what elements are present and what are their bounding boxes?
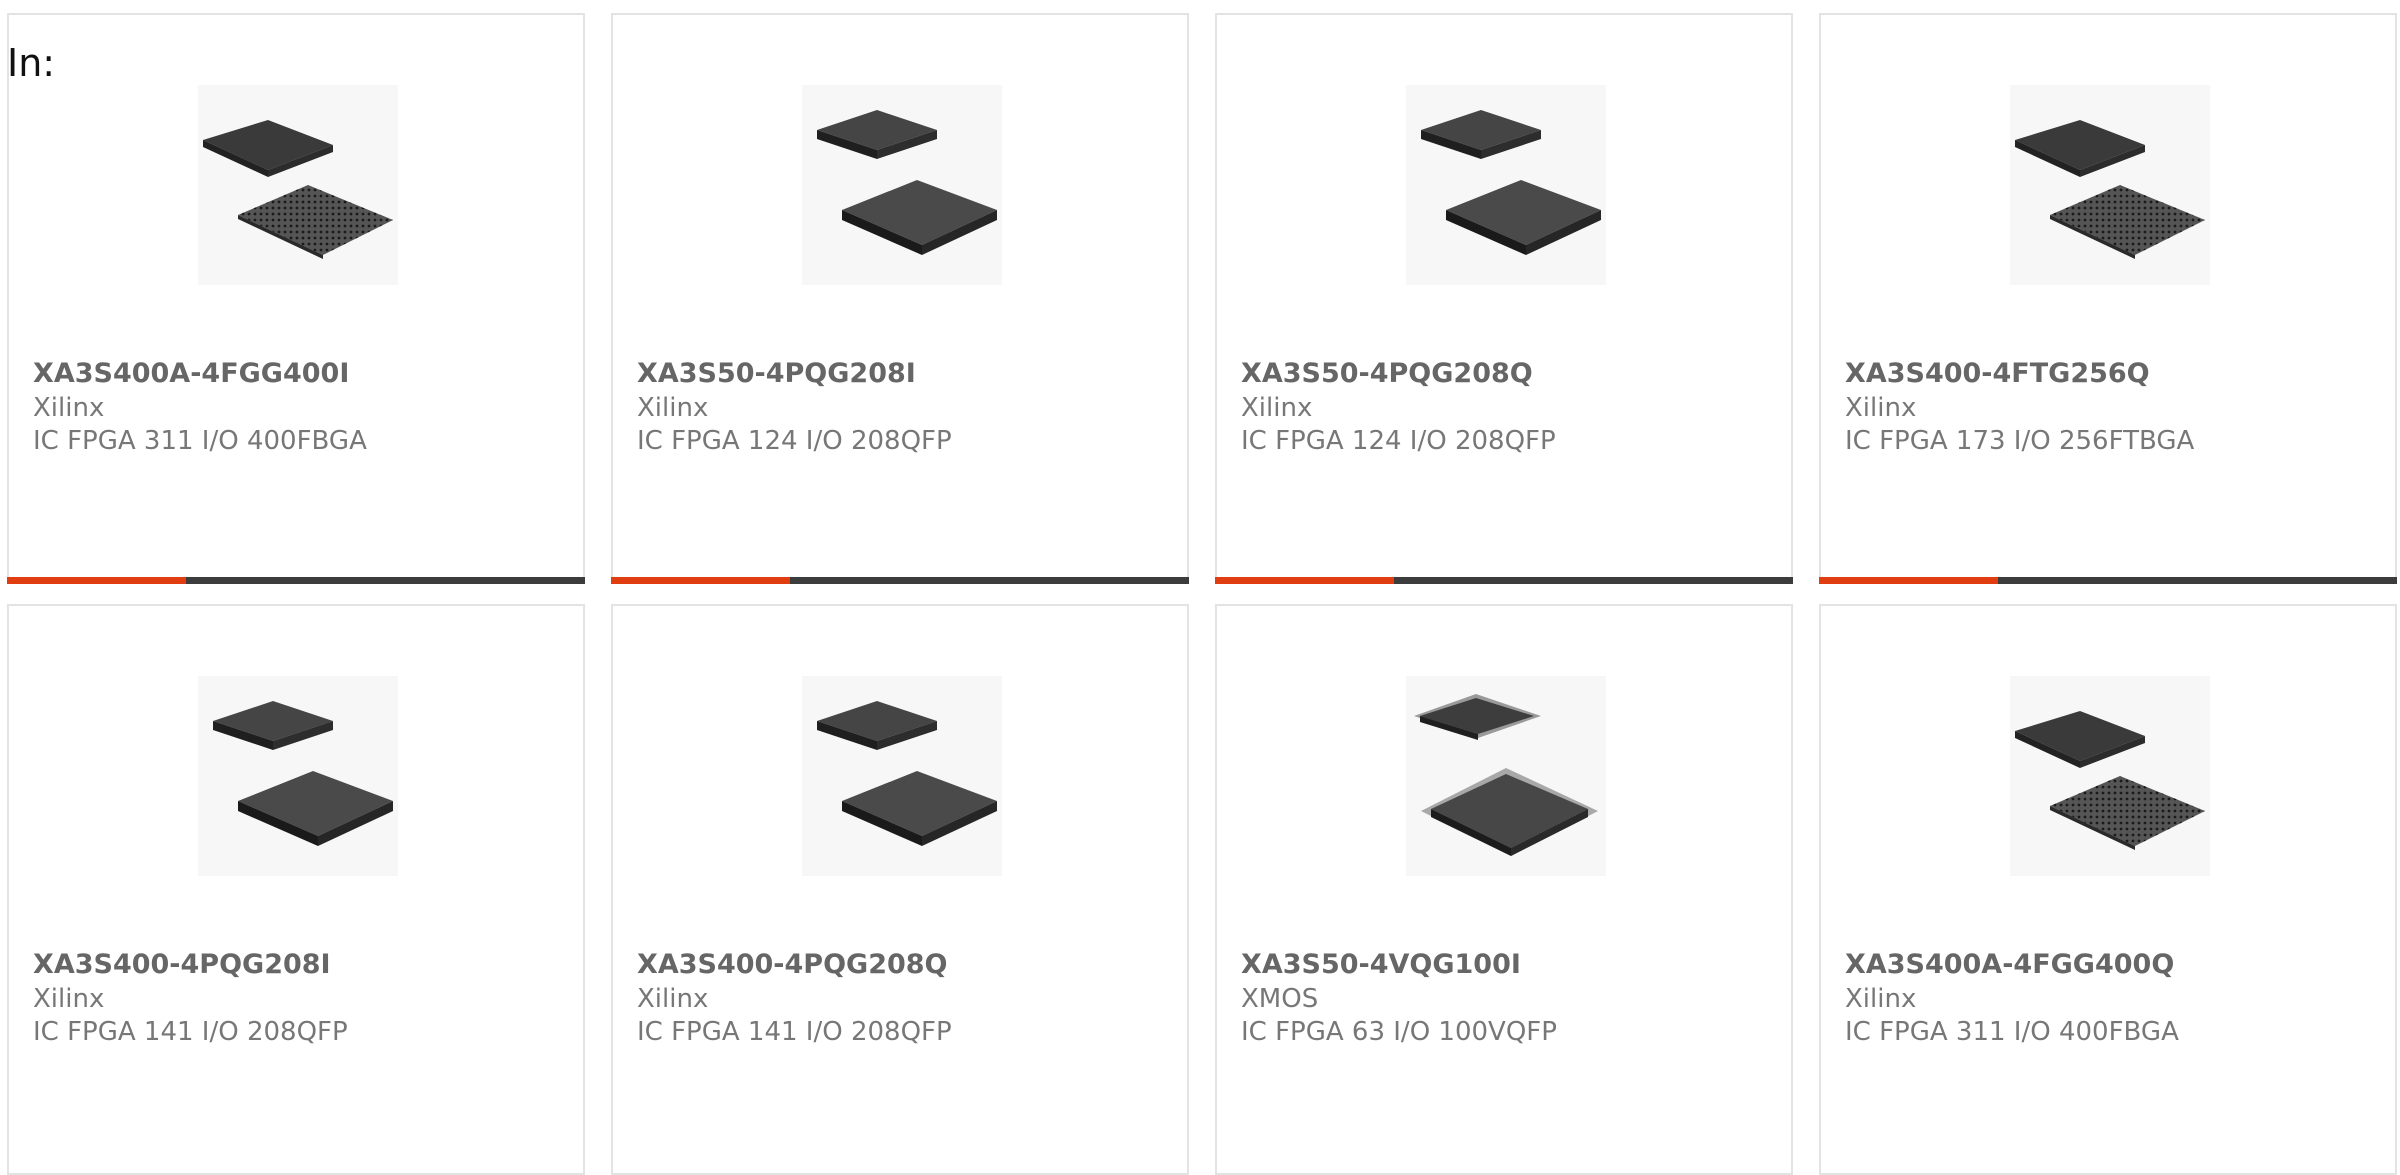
progress-bar	[1215, 577, 1793, 584]
qfp-package-icon[interactable]	[1406, 85, 1606, 285]
progress-fill	[611, 577, 791, 584]
description: IC FPGA 311 I/O 400FBGA	[33, 426, 367, 456]
product-card[interactable]: XA3S50-4VQG100I XMOS IC FPGA 63 I/O 100V…	[1215, 604, 1793, 1175]
progress-fill	[1215, 577, 1395, 584]
filter-label: In:	[7, 41, 56, 85]
progress-fill	[1819, 577, 1999, 584]
bga-package-icon[interactable]	[2010, 85, 2210, 285]
qfp-package-icon[interactable]	[198, 676, 398, 876]
manufacturer: XMOS	[1241, 984, 1319, 1014]
bga-package-icon[interactable]	[2010, 676, 2210, 876]
product-card[interactable]: XA3S400A-4FGG400I Xilinx IC FPGA 311 I/O…	[7, 13, 585, 584]
part-number-link[interactable]: XA3S400-4PQG208Q	[637, 949, 948, 981]
bga-package-icon[interactable]	[198, 85, 398, 285]
description: IC FPGA 311 I/O 400FBGA	[1845, 1017, 2179, 1047]
description: IC FPGA 141 I/O 208QFP	[33, 1017, 348, 1047]
product-card[interactable]: XA3S400A-4FGG400Q Xilinx IC FPGA 311 I/O…	[1819, 604, 2397, 1175]
manufacturer: Xilinx	[33, 984, 105, 1014]
progress-fill	[7, 577, 187, 584]
part-number-link[interactable]: XA3S50-4VQG100I	[1241, 949, 1521, 981]
description: IC FPGA 141 I/O 208QFP	[637, 1017, 952, 1047]
description: IC FPGA 124 I/O 208QFP	[1241, 426, 1556, 456]
description: IC FPGA 124 I/O 208QFP	[637, 426, 952, 456]
product-card[interactable]: XA3S400-4PQG208I Xilinx IC FPGA 141 I/O …	[7, 604, 585, 1175]
product-card[interactable]: XA3S50-4PQG208Q Xilinx IC FPGA 124 I/O 2…	[1215, 13, 1793, 584]
manufacturer: Xilinx	[637, 984, 709, 1014]
progress-bar	[7, 577, 585, 584]
qfp-package-icon[interactable]	[802, 85, 1002, 285]
vqfp-package-icon[interactable]	[1406, 676, 1606, 876]
manufacturer: Xilinx	[1845, 393, 1917, 423]
progress-bar	[611, 577, 1189, 584]
description: IC FPGA 173 I/O 256FTBGA	[1845, 426, 2195, 456]
manufacturer: Xilinx	[637, 393, 709, 423]
progress-bar	[1819, 577, 2397, 584]
part-number-link[interactable]: XA3S400-4FTG256Q	[1845, 358, 2150, 390]
description: IC FPGA 63 I/O 100VQFP	[1241, 1017, 1557, 1047]
part-number-link[interactable]: XA3S50-4PQG208Q	[1241, 358, 1533, 390]
part-number-link[interactable]: XA3S400A-4FGG400Q	[1845, 949, 2174, 981]
product-card[interactable]: XA3S400-4FTG256Q Xilinx IC FPGA 173 I/O …	[1819, 13, 2397, 584]
part-number-link[interactable]: XA3S50-4PQG208I	[637, 358, 916, 390]
qfp-package-icon[interactable]	[802, 676, 1002, 876]
product-card[interactable]: XA3S50-4PQG208I Xilinx IC FPGA 124 I/O 2…	[611, 13, 1189, 584]
part-number-link[interactable]: XA3S400-4PQG208I	[33, 949, 331, 981]
manufacturer: Xilinx	[1241, 393, 1313, 423]
product-card[interactable]: XA3S400-4PQG208Q Xilinx IC FPGA 141 I/O …	[611, 604, 1189, 1175]
manufacturer: Xilinx	[1845, 984, 1917, 1014]
part-number-link[interactable]: XA3S400A-4FGG400I	[33, 358, 349, 390]
manufacturer: Xilinx	[33, 393, 105, 423]
